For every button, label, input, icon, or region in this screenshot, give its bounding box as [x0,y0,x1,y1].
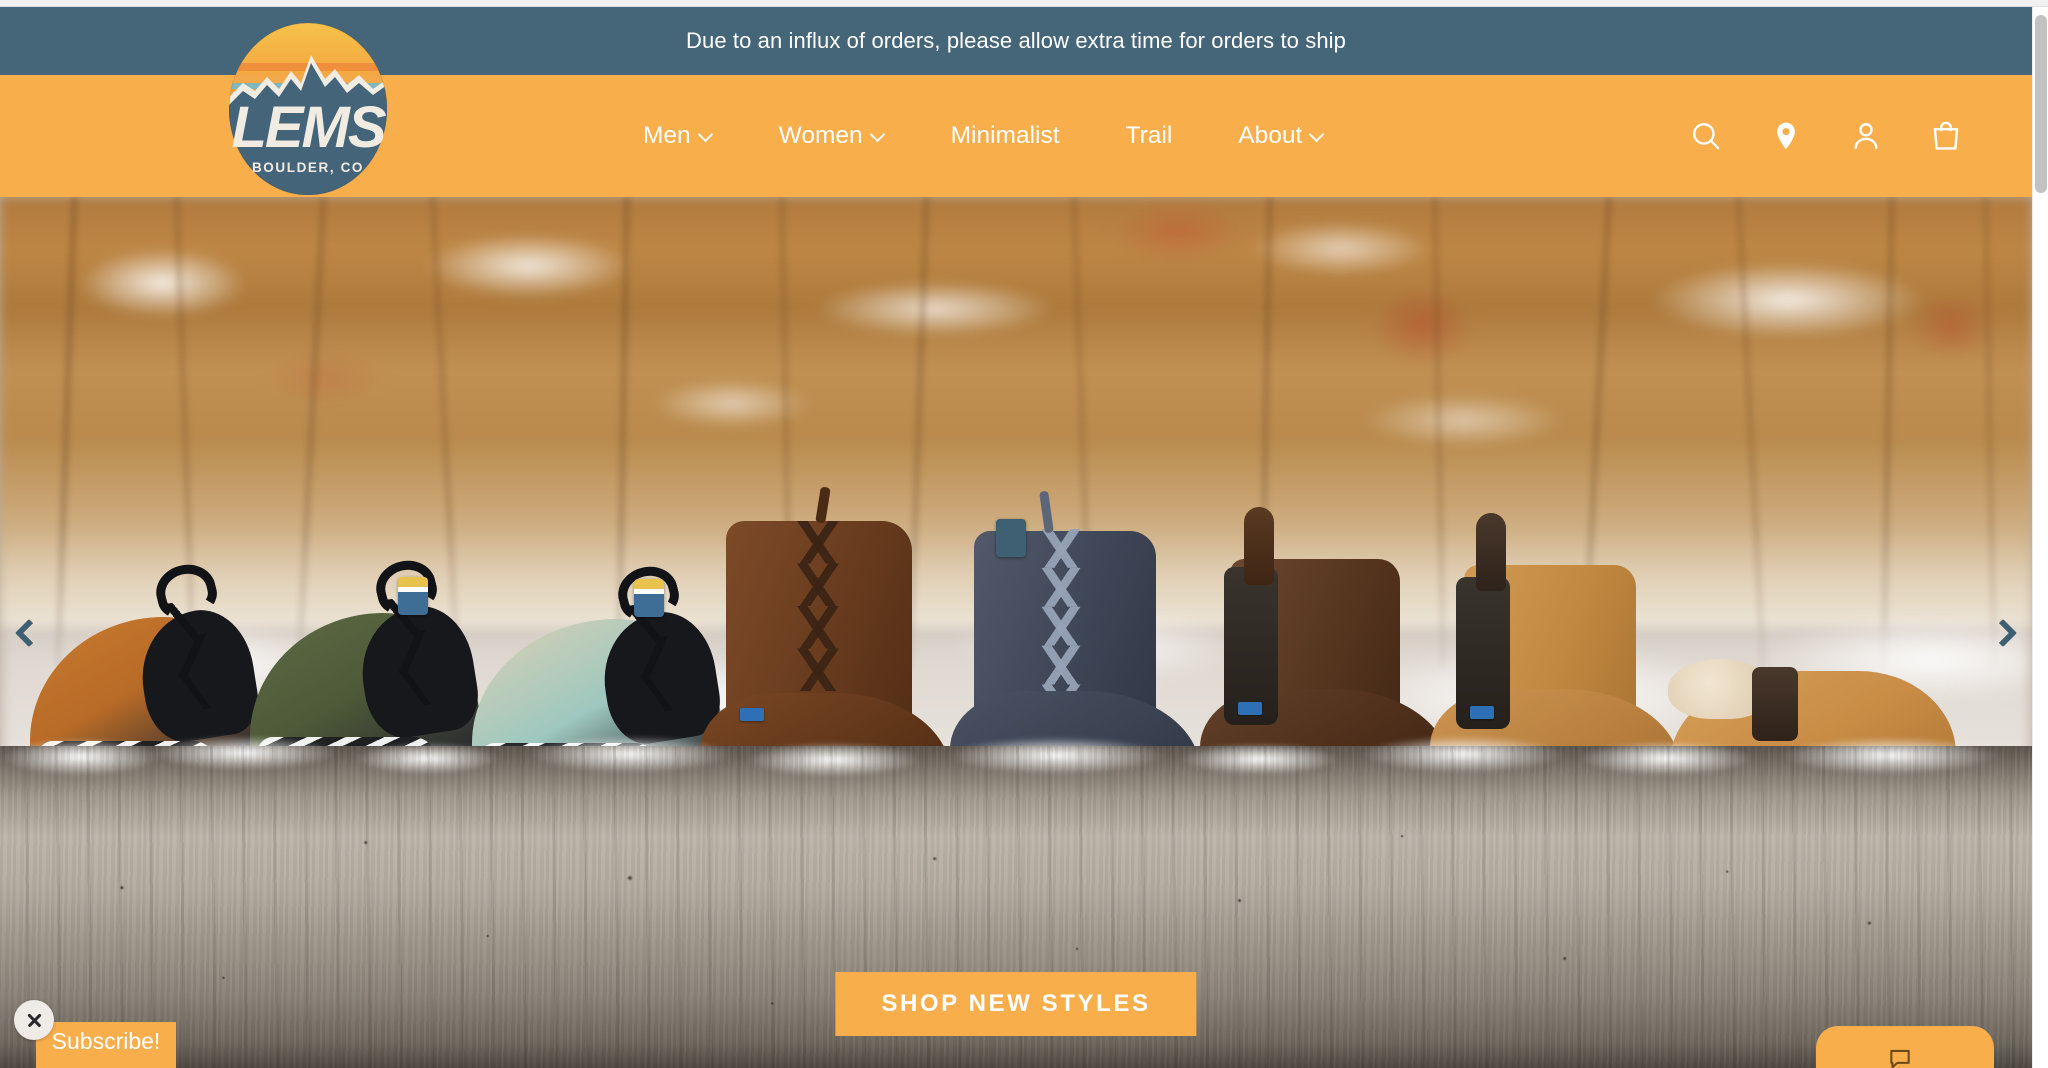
shopping-bag-icon [1933,121,1959,150]
brand-tag [398,577,428,615]
chevron-down-icon [872,128,885,141]
slideshow-previous-button[interactable] [2,606,56,660]
shop-new-styles-button[interactable]: SHOP NEW STYLES [835,972,1197,1036]
announcement-text: Due to an influx of orders, please allow… [686,28,1346,53]
brand-tag [1238,702,1262,715]
site-header: LEMS BOULDER, CO Men Women Minimalist Tr… [0,22,2032,197]
brand-tag [634,579,664,617]
nav-item-women[interactable]: Women [746,121,918,149]
page-scrollbar-track[interactable] [2032,7,2048,1068]
cart-button[interactable] [1922,112,1970,160]
slideshow-next-button[interactable] [1976,606,2030,660]
account-icon [1854,123,1878,150]
subscribe-tab[interactable]: Subscribe! [36,1022,176,1068]
store-locator-button[interactable] [1762,112,1810,160]
nav-item-trail[interactable]: Trail [1093,121,1206,149]
chat-bubble-icon [1890,1049,1910,1068]
lems-logo[interactable]: LEMS BOULDER, CO [228,22,389,196]
chat-widget-button[interactable] [1816,1026,1994,1068]
chevron-down-icon [1311,128,1324,141]
chevron-down-icon [700,128,713,141]
subscribe-close-button[interactable]: Close [14,1000,54,1040]
browser-chrome-edge [0,0,2048,7]
hero-slideshow: SHOP NEW STYLES [0,197,2032,1068]
page-content: Due to an influx of orders, please allow… [0,7,2032,1068]
main-navigation: Men Women Minimalist Trail About [610,75,1357,197]
nav-label-women: Women [778,121,863,149]
hero-image [0,197,2032,1068]
nav-item-minimalist[interactable]: Minimalist [918,121,1093,149]
brand-tag [996,519,1026,557]
account-button[interactable] [1842,112,1890,160]
chevron-left-icon [14,618,44,647]
lems-mountain-sun-logo: LEMS BOULDER, CO [228,22,389,196]
logo-wordmark: LEMS [231,95,386,160]
nav-label-about: About [1238,121,1303,149]
logo-tagline: BOULDER, CO [252,160,364,175]
nav-item-about[interactable]: About [1205,121,1357,149]
header-icon-group [1682,75,1970,197]
browser-viewport: Due to an influx of orders, please allow… [0,0,2048,1068]
nav-label-trail: Trail [1125,121,1173,149]
search-icon [1693,123,1720,150]
location-pin-icon [1777,122,1795,150]
search-button[interactable] [1682,112,1730,160]
page-scrollbar-thumb[interactable] [2035,15,2047,193]
nav-label-minimalist: Minimalist [950,121,1060,149]
nav-label-men: Men [643,121,691,149]
chevron-right-icon [1988,618,2018,647]
nav-item-men[interactable]: Men [610,121,746,149]
